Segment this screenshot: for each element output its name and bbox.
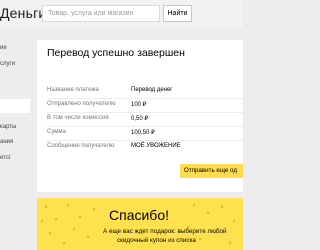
detail-value: 0,50 ₽ bbox=[131, 116, 149, 122]
detail-label: Название платежа bbox=[47, 87, 99, 93]
divider bbox=[47, 126, 243, 127]
detail-label: Сообщение получателю bbox=[47, 143, 115, 149]
payment-result-card: Перевод успешно завершен Название платеж… bbox=[37, 40, 243, 192]
promo-banner: Спасибо! А еще вас ждет подарок: выберит… bbox=[37, 198, 243, 250]
brand-logo-text[interactable]: Деньги bbox=[0, 5, 46, 21]
sidebar-item-5[interactable]: етсі bbox=[0, 155, 10, 161]
page-title: Перевод успешно завершен bbox=[47, 47, 185, 59]
detail-value: Перевод денег bbox=[131, 87, 173, 93]
detail-value: МОЁ УВОЖЕНИЕ bbox=[131, 143, 181, 149]
detail-label: Отправлено получателю bbox=[47, 101, 116, 107]
sidebar-item-1[interactable]: ие bbox=[0, 45, 7, 51]
sidebar: ие слуги карты ания етсі bbox=[0, 28, 30, 250]
divider bbox=[47, 140, 243, 141]
search-button[interactable]: Найти bbox=[163, 5, 192, 22]
divider bbox=[47, 98, 243, 99]
search-input[interactable]: Товар, услуга или магазин bbox=[42, 5, 160, 22]
sidebar-item-services[interactable]: слуги bbox=[0, 61, 15, 67]
sidebar-item-4[interactable]: ания bbox=[0, 139, 13, 145]
divider bbox=[47, 112, 243, 113]
detail-value: 100 ₽ bbox=[131, 102, 147, 108]
promo-text-line-1: А еще вас ждет подарок: выберите любой bbox=[103, 228, 227, 235]
promo-text-line-2: скидочный купон из списка bbox=[117, 237, 196, 244]
send-again-button[interactable]: Отправить еще од bbox=[180, 164, 243, 178]
sidebar-active-item-highlight bbox=[0, 99, 30, 113]
sidebar-item-cards[interactable]: карты bbox=[0, 124, 16, 130]
detail-value: 100,50 ₽ bbox=[131, 130, 155, 136]
top-header: Деньги Товар, услуга или магазин Найти bbox=[0, 0, 243, 28]
detail-label: Сумма bbox=[47, 129, 66, 135]
detail-label: В том числе комиссия bbox=[47, 115, 109, 121]
promo-title: Спасибо! bbox=[109, 207, 169, 223]
